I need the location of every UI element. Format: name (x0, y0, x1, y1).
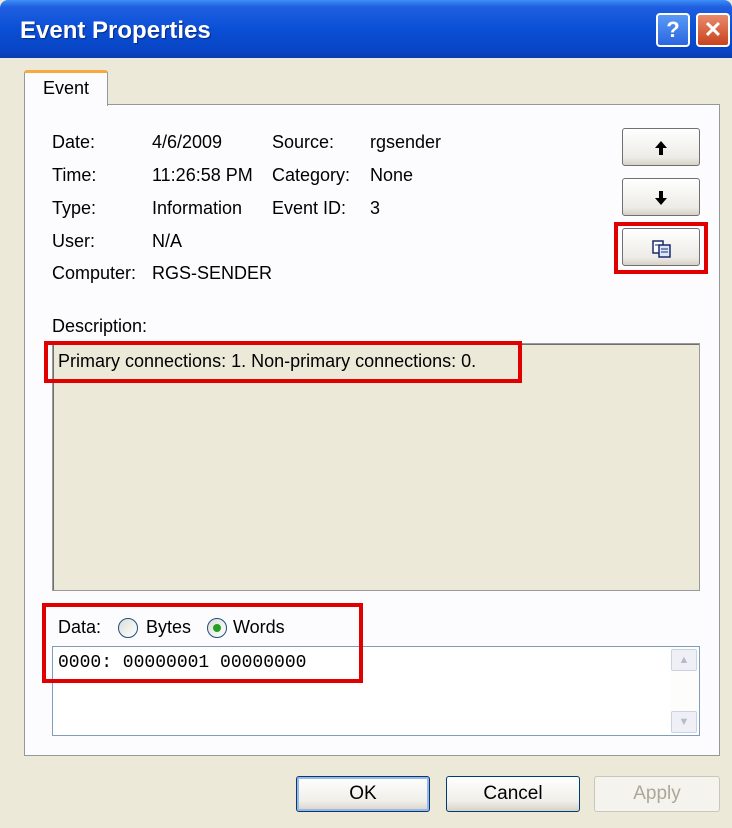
title-bar[interactable]: Event Properties ? ✕ (0, 0, 732, 58)
previous-event-button[interactable] (622, 128, 700, 166)
data-highlight (42, 603, 363, 683)
type-value: Information (152, 198, 243, 218)
cancel-button[interactable]: Cancel (446, 776, 580, 812)
scroll-down-button[interactable]: ▼ (671, 711, 697, 733)
scroll-up-button[interactable]: ▲ (671, 649, 697, 671)
category-value: None (370, 165, 414, 185)
source-value: rgsender (370, 132, 442, 152)
time-value: 11:26:58 PM (152, 165, 253, 185)
type-label: Type: (52, 198, 97, 218)
next-event-button[interactable] (622, 178, 700, 216)
time-label: Time: (52, 165, 97, 185)
date-value: 4/6/2009 (152, 132, 223, 152)
event-id-value: 3 (370, 198, 381, 218)
computer-label: Computer: (52, 263, 137, 283)
tab-event[interactable]: Event (24, 70, 108, 106)
window-title: Event Properties (20, 17, 211, 44)
help-button[interactable]: ? (656, 13, 690, 47)
computer-value: RGS-SENDER (152, 263, 273, 283)
event-id-label: Event ID: (272, 198, 347, 218)
category-label: Category: (272, 165, 351, 185)
user-value: N/A (152, 231, 183, 251)
apply-button[interactable]: Apply (594, 776, 720, 812)
description-highlight (44, 341, 522, 383)
arrow-down-icon (655, 191, 667, 205)
date-label: Date: (52, 132, 96, 152)
arrow-up-icon (655, 141, 667, 155)
source-label: Source: (272, 132, 335, 152)
user-label: User: (52, 231, 96, 251)
close-button[interactable]: ✕ (696, 13, 730, 47)
description-label: Description: (52, 316, 148, 336)
ok-button[interactable]: OK (296, 776, 430, 812)
copy-button-highlight (614, 222, 708, 274)
event-properties-dialog: Event Properties ? ✕ Event Date: 4/6/200… (0, 0, 732, 828)
